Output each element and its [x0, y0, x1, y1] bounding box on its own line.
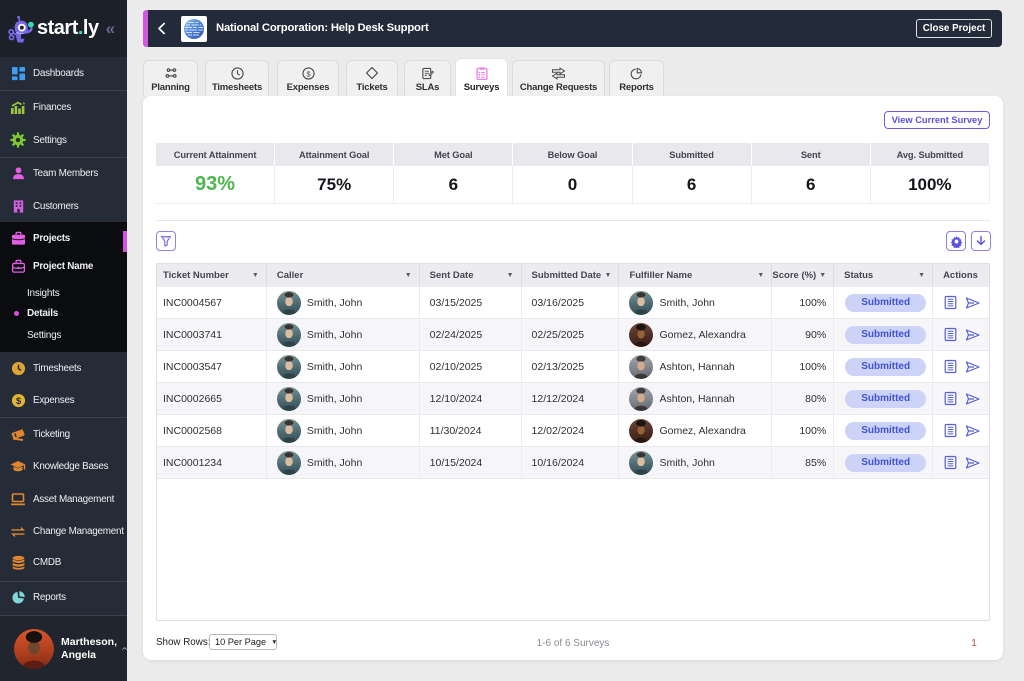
svg-text:$: $	[306, 69, 310, 78]
